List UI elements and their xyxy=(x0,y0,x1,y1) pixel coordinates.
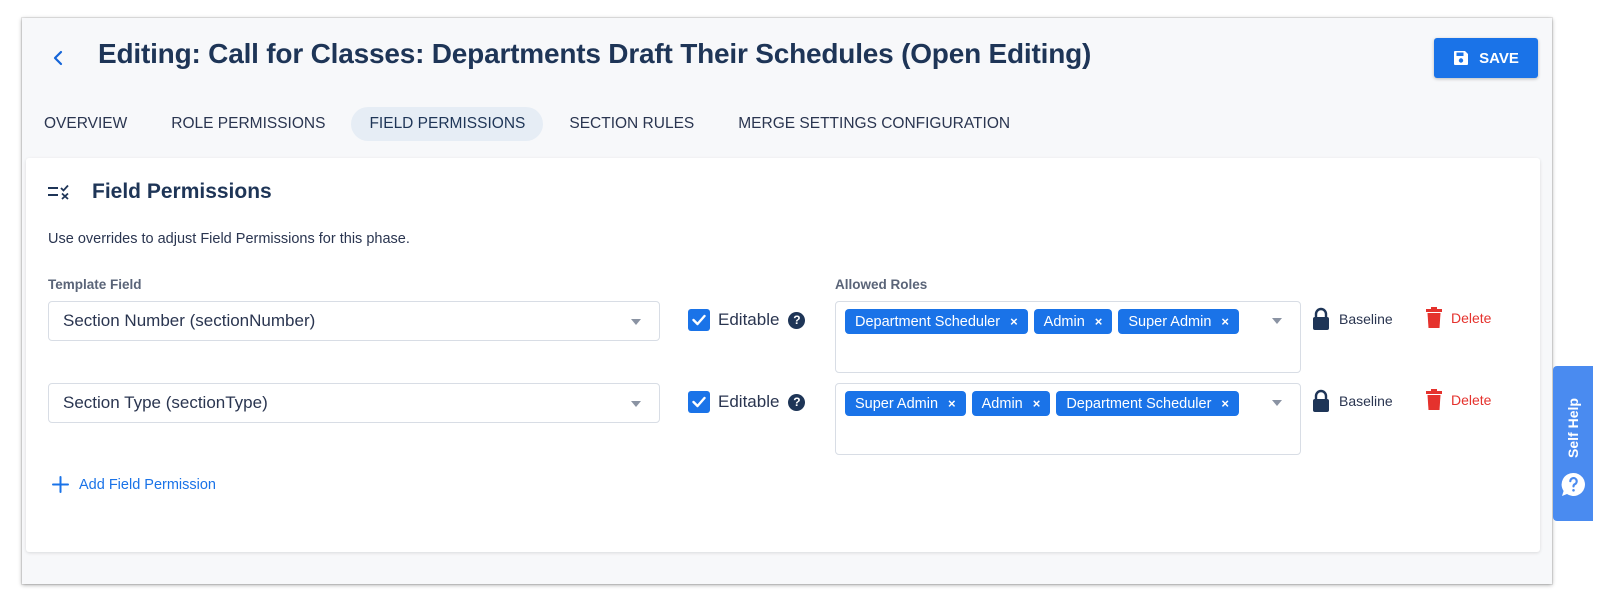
role-chip-label: Admin xyxy=(1043,313,1085,330)
baseline-label: Baseline xyxy=(1339,393,1393,409)
editable-toggle: Editable ? xyxy=(688,309,806,331)
role-chip-list: Super Admin × Admin × Department Scheduler… xyxy=(845,391,1265,416)
editable-label: Editable xyxy=(718,392,780,411)
page-header: Editing: Call for Classes: Departments D… xyxy=(22,18,1552,104)
permission-row: Section Number (sectionNumber) Editable … xyxy=(26,301,1540,375)
tab-role-permissions[interactable]: ROLE PERMISSIONS xyxy=(153,107,343,141)
chevron-left-icon xyxy=(53,50,63,66)
delete-button[interactable]: Delete xyxy=(1426,389,1491,411)
remove-chip-icon[interactable]: × xyxy=(1221,396,1229,411)
card-description: Use overrides to adjust Field Permission… xyxy=(48,231,410,247)
app-window: Editing: Call for Classes: Departments D… xyxy=(22,18,1552,584)
lock-icon xyxy=(1313,389,1329,412)
role-chip-label: Admin xyxy=(981,395,1023,412)
chevron-down-icon xyxy=(1272,318,1282,324)
role-chip-list: Department Scheduler × Admin × Super Admin… xyxy=(845,309,1265,334)
chevron-down-icon xyxy=(631,401,641,407)
template-field-select[interactable]: Section Type (sectionType) xyxy=(48,383,660,423)
baseline-indicator: Baseline xyxy=(1312,307,1393,331)
editable-checkbox[interactable] xyxy=(688,309,710,331)
save-button[interactable]: SAVE xyxy=(1434,38,1538,78)
self-help-label: Self Help xyxy=(1565,398,1581,458)
role-chip-label: Department Scheduler xyxy=(855,313,1001,330)
card-title: Field Permissions xyxy=(92,180,272,203)
remove-chip-icon[interactable]: × xyxy=(1033,396,1041,411)
tab-field-permissions[interactable]: FIELD PERMISSIONS xyxy=(351,107,544,141)
tab-overview[interactable]: OVERVIEW xyxy=(26,107,145,141)
question-circle-icon[interactable]: ? xyxy=(788,393,806,411)
role-chip: Super Admin × xyxy=(845,391,966,416)
tab-section-rules[interactable]: SECTION RULES xyxy=(551,107,712,141)
remove-chip-icon[interactable]: × xyxy=(948,396,956,411)
delete-label: Delete xyxy=(1451,392,1492,408)
baseline-label: Baseline xyxy=(1339,311,1393,327)
list-check-icon xyxy=(48,184,69,200)
allowed-roles-select[interactable]: Department Scheduler × Admin × Super Admin… xyxy=(835,301,1301,373)
remove-chip-icon[interactable]: × xyxy=(1095,314,1103,329)
role-chip: Super Admin × xyxy=(1118,309,1239,334)
role-chip-label: Super Admin xyxy=(1128,313,1212,330)
role-chip: Department Scheduler × xyxy=(1056,391,1239,416)
tab-merge-settings-configuration[interactable]: MERGE SETTINGS CONFIGURATION xyxy=(720,107,1028,141)
trash-icon xyxy=(1426,389,1442,410)
role-chip-label: Super Admin xyxy=(855,395,939,412)
field-permissions-card: Field Permissions Use overrides to adjus… xyxy=(26,158,1540,552)
template-field-select[interactable]: Section Number (sectionNumber) xyxy=(48,301,660,341)
remove-chip-icon[interactable]: × xyxy=(1221,314,1229,329)
chevron-down-icon xyxy=(1272,400,1282,406)
role-chip: Department Scheduler × xyxy=(845,309,1028,334)
template-field-value: Section Number (sectionNumber) xyxy=(63,311,316,330)
editable-checkbox[interactable] xyxy=(688,391,710,413)
delete-label: Delete xyxy=(1451,310,1492,326)
role-chip-label: Department Scheduler xyxy=(1066,395,1212,412)
template-field-value: Section Type (sectionType) xyxy=(63,393,268,412)
editable-label: Editable xyxy=(718,310,780,329)
delete-button[interactable]: Delete xyxy=(1426,307,1491,329)
plus-icon xyxy=(52,476,69,493)
back-button[interactable] xyxy=(46,44,70,72)
add-field-permission-label: Add Field Permission xyxy=(79,476,216,493)
add-field-permission-button[interactable]: Add Field Permission xyxy=(52,476,216,493)
allowed-roles-select[interactable]: Super Admin × Admin × Department Scheduler… xyxy=(835,383,1301,455)
role-chip: Admin × xyxy=(971,391,1051,416)
question-circle-icon[interactable]: ? xyxy=(788,311,806,329)
checkmark-icon xyxy=(692,314,706,326)
remove-chip-icon[interactable]: × xyxy=(1010,314,1018,329)
question-bubble-icon xyxy=(1561,472,1585,496)
page-title: Editing: Call for Classes: Departments D… xyxy=(98,38,1092,69)
checkmark-icon xyxy=(692,396,706,408)
tab-bar: OVERVIEW ROLE PERMISSIONS FIELD PERMISSI… xyxy=(26,106,1036,142)
editable-toggle: Editable ? xyxy=(688,391,806,413)
lock-icon xyxy=(1313,307,1329,330)
permission-row: Section Type (sectionType) Editable ? Su… xyxy=(26,383,1540,457)
save-label: SAVE xyxy=(1479,49,1519,67)
baseline-indicator: Baseline xyxy=(1312,389,1393,413)
allowed-roles-label: Allowed Roles xyxy=(835,277,928,292)
template-field-label: Template Field xyxy=(48,277,142,292)
trash-icon xyxy=(1426,307,1442,328)
role-chip: Admin × xyxy=(1033,309,1113,334)
chevron-down-icon xyxy=(631,319,641,325)
self-help-button[interactable]: Self Help xyxy=(1553,366,1593,521)
card-header: Field Permissions xyxy=(48,180,272,204)
floppy-disk-icon xyxy=(1454,51,1469,65)
